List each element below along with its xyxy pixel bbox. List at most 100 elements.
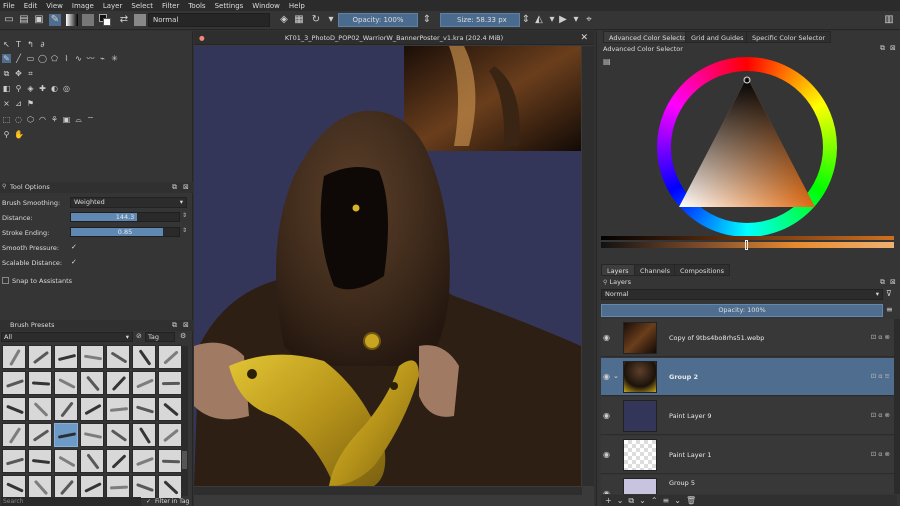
ellipse-select-icon[interactable]: ◌ <box>14 115 23 124</box>
distance-stepper-icon[interactable]: ⇕ <box>182 212 187 219</box>
brush-preset-tile[interactable] <box>132 423 156 447</box>
smooth-pressure-checkbox[interactable]: ✓ <box>71 244 78 251</box>
colorize-mask-icon[interactable]: ◈ <box>26 84 35 93</box>
brush-preset-tile[interactable] <box>2 423 26 447</box>
layer-flags-icon[interactable]: ⊡ α ⊗ <box>871 411 890 419</box>
tag-icon[interactable]: ⊘ <box>136 332 142 340</box>
layer-scrollbar[interactable] <box>894 319 900 494</box>
stroke-ending-slider[interactable]: 0.85 <box>70 227 180 237</box>
visibility-eye-icon[interactable]: ◉ <box>603 372 610 381</box>
menu-layer[interactable]: Layer <box>103 2 123 10</box>
layer-flags-icon[interactable]: ⊡ α ⊗ <box>871 333 890 341</box>
menu-image[interactable]: Image <box>72 2 94 10</box>
chevron-down-icon[interactable]: ⌄ <box>617 496 629 505</box>
gradient-tool-icon[interactable]: ◧ <box>2 84 11 93</box>
dynamic-brush-icon[interactable]: ⌁ <box>98 54 107 63</box>
move-layer-up-icon[interactable]: ⌃ <box>651 496 663 505</box>
brush-preset-tile[interactable] <box>158 475 182 499</box>
brush-preset-tile[interactable] <box>158 423 182 447</box>
line-tool-icon[interactable]: ╱ <box>14 54 23 63</box>
brush-preset-tile[interactable] <box>80 475 104 499</box>
add-layer-icon[interactable]: + <box>605 496 617 505</box>
layer-blend-mode-dropdown[interactable]: Normal ▾ <box>601 289 883 300</box>
tab-layers[interactable]: Layers <box>601 264 635 276</box>
brush-preset-tile[interactable] <box>80 449 104 473</box>
brush-preset-tile[interactable] <box>54 475 78 499</box>
shade-bar-2[interactable] <box>601 240 894 250</box>
layer-row[interactable]: ◉ Copy of 9tbs4bo8rhs51.webp ⊡ α ⊗ <box>601 319 896 357</box>
contiguous-select-icon[interactable]: ⚘ <box>50 115 59 124</box>
crop-tool-icon[interactable]: ⌗ <box>26 69 35 78</box>
opacity-slider[interactable]: Opacity: 100% <box>338 13 418 27</box>
visibility-eye-icon[interactable]: ◉ <box>603 411 610 420</box>
color-picker-icon[interactable]: ⚲ <box>14 84 23 93</box>
zoom-tool-icon[interactable]: ⚲ <box>2 130 11 139</box>
brush-preset-tile[interactable] <box>2 449 26 473</box>
brush-preset-tile[interactable] <box>80 345 104 369</box>
open-document-icon[interactable]: ▤ <box>18 14 30 26</box>
brush-preset-tile[interactable] <box>106 449 130 473</box>
float-panel-icon[interactable]: ⧉ <box>172 321 177 330</box>
menu-select[interactable]: Select <box>131 2 153 10</box>
new-document-icon[interactable]: ▭ <box>3 14 15 26</box>
brush-preset-tile[interactable] <box>106 345 130 369</box>
brush-preset-tile[interactable] <box>80 397 104 421</box>
tag-dropdown[interactable]: Tag <box>145 332 175 342</box>
move-layer-down-icon[interactable]: ⌄ <box>639 496 651 505</box>
close-panel-icon[interactable]: ⊠ <box>890 44 896 52</box>
brush-preset-tile[interactable] <box>158 449 182 473</box>
panel-lock-icon[interactable]: ⚲ <box>2 183 8 191</box>
brush-preset-tile[interactable] <box>106 371 130 395</box>
layer-flags-icon[interactable]: ⊡ α ⊗ <box>871 450 890 458</box>
brush-preset-tile[interactable] <box>54 449 78 473</box>
close-document-icon[interactable]: ✕ <box>580 31 588 45</box>
close-panel-icon[interactable]: ⊠ <box>183 183 189 191</box>
size-stepper-icon[interactable]: ⇕ <box>520 14 532 26</box>
brush-editor-icon[interactable]: ✎ <box>49 14 61 26</box>
workspace-icon[interactable]: ▥ <box>883 14 895 26</box>
smart-patch-icon[interactable]: ✚ <box>38 84 47 93</box>
edit-shapes-icon[interactable]: ↰ <box>26 40 35 49</box>
freehand-path-icon[interactable]: 〰 <box>86 54 95 63</box>
float-panel-icon[interactable]: ⧉ <box>880 278 885 287</box>
visibility-eye-icon[interactable]: ◉ <box>603 489 610 494</box>
tab-grid-and-guides[interactable]: Grid and Guides <box>685 31 750 43</box>
brush-preset-tile[interactable] <box>106 423 130 447</box>
polygon-select-icon[interactable]: ⬡ <box>26 115 35 124</box>
brush-preset-tile[interactable] <box>132 345 156 369</box>
bezier-tool-icon[interactable]: ∿ <box>74 54 83 63</box>
preset-scrollbar[interactable] <box>181 346 188 496</box>
select-shapes-icon[interactable]: ↖ <box>2 40 11 49</box>
brush-preset-tile[interactable] <box>54 397 78 421</box>
magnetic-select-icon[interactable]: ⌔ <box>86 115 95 124</box>
brush-preset-tile[interactable] <box>28 449 52 473</box>
brush-preset-tile[interactable] <box>28 371 52 395</box>
reload-preset-icon[interactable]: ↻ <box>310 14 322 26</box>
fill-tool-icon[interactable]: ◐ <box>50 84 59 93</box>
save-icon[interactable]: ▣ <box>33 14 45 26</box>
menu-tools[interactable]: Tools <box>188 2 205 10</box>
drawing-canvas[interactable] <box>194 46 581 486</box>
tab-advanced-color-selector[interactable]: Advanced Color Selector <box>603 31 695 43</box>
filter-in-tag-checkbox[interactable]: ✓ <box>146 498 153 505</box>
brush-preset-tile[interactable] <box>80 371 104 395</box>
chevron-down-icon[interactable]: ▾ <box>325 14 337 26</box>
brush-preset-tile[interactable] <box>28 397 52 421</box>
layer-opacity-slider[interactable]: Opacity: 100% <box>601 304 883 317</box>
menu-file[interactable]: File <box>3 2 15 10</box>
reference-images-icon[interactable]: ⚑ <box>26 99 35 108</box>
layer-row[interactable]: ◉ Paint Layer 9 ⊡ α ⊗ <box>601 397 896 435</box>
brush-preset-tile[interactable] <box>132 371 156 395</box>
calligraphy-icon[interactable]: ∂ <box>38 40 47 49</box>
brush-preset-tile[interactable] <box>28 423 52 447</box>
wrap-around-icon[interactable]: ⌖ <box>583 14 595 26</box>
layer-properties-icon[interactable]: ≡ <box>663 496 675 505</box>
brush-preset-tile[interactable] <box>28 475 52 499</box>
brush-preset-tile[interactable] <box>158 397 182 421</box>
color-selector-settings-icon[interactable]: ▤ <box>603 57 611 66</box>
preset-settings-icon[interactable]: ⚙ <box>180 332 186 340</box>
stroke-ending-stepper-icon[interactable]: ⇕ <box>182 227 187 234</box>
swap-colors-icon[interactable]: ⇄ <box>118 14 130 26</box>
brush-preset-icon[interactable] <box>134 14 146 26</box>
scalable-distance-checkbox[interactable]: ✓ <box>71 259 78 266</box>
